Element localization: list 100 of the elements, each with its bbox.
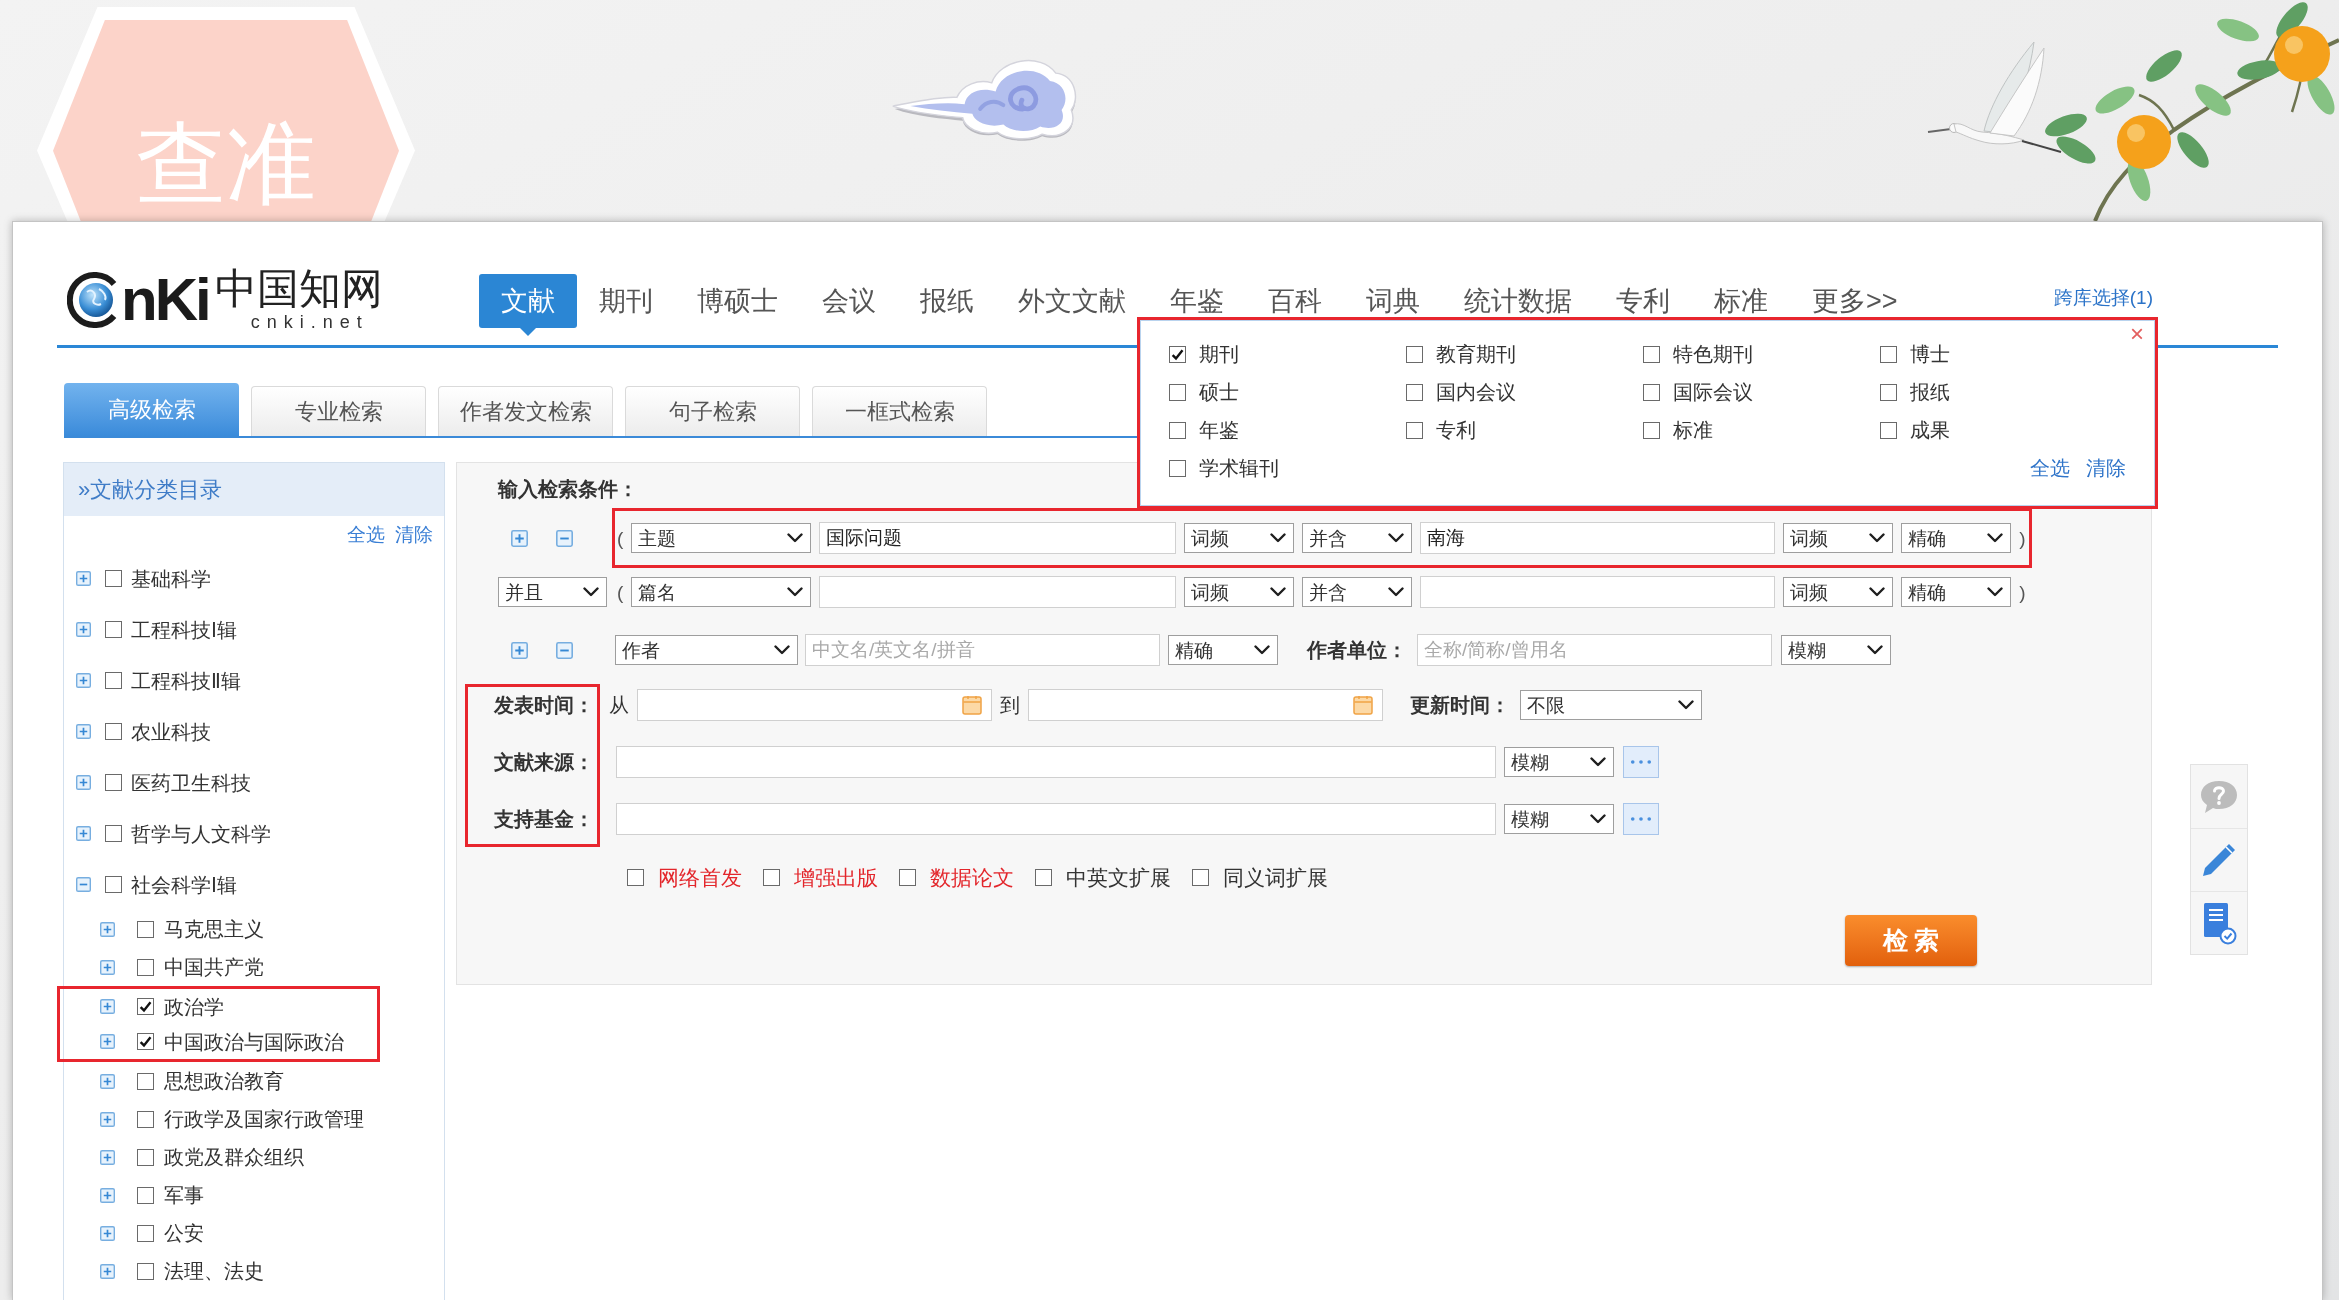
category-label[interactable]: 工程科技Ⅰ辑 bbox=[131, 619, 237, 640]
plus-icon[interactable] bbox=[100, 959, 115, 975]
checkbox[interactable] bbox=[1406, 345, 1423, 363]
checkbox[interactable] bbox=[105, 672, 122, 689]
checkbox[interactable] bbox=[137, 1110, 154, 1128]
plus-icon[interactable] bbox=[100, 921, 115, 937]
category-label[interactable]: 中国共产党 bbox=[164, 957, 264, 977]
search-tab[interactable]: 句子检索 bbox=[625, 386, 800, 436]
checkbox[interactable] bbox=[1169, 421, 1186, 439]
plus-icon[interactable] bbox=[76, 571, 91, 586]
database-option-label[interactable]: 年鉴 bbox=[1199, 420, 1239, 440]
checkbox[interactable] bbox=[1880, 421, 1897, 439]
select-field[interactable]: 作者 bbox=[615, 635, 798, 665]
checkbox[interactable] bbox=[899, 868, 916, 886]
select-field[interactable]: 精确 bbox=[1168, 635, 1278, 665]
document-check-icon[interactable] bbox=[2201, 901, 2237, 945]
database-option-label[interactable]: 特色期刊 bbox=[1673, 344, 1753, 364]
action-link[interactable]: 清除 bbox=[2086, 458, 2126, 478]
option-label[interactable]: 中英文扩展 bbox=[1066, 866, 1171, 888]
plus-icon[interactable] bbox=[76, 622, 91, 637]
checkbox[interactable] bbox=[1406, 421, 1423, 439]
select-field[interactable]: 不限 bbox=[1520, 690, 1702, 720]
text-field[interactable] bbox=[819, 576, 1177, 608]
nav-tab[interactable]: 更多>> bbox=[1790, 287, 1920, 315]
text-field[interactable]: 全称/简称/曾用名 bbox=[1417, 634, 1772, 666]
category-label[interactable]: 社会科学Ⅰ辑 bbox=[131, 874, 237, 895]
option-label[interactable]: 同义词扩展 bbox=[1223, 866, 1328, 888]
nav-tab[interactable]: 报纸 bbox=[898, 287, 996, 315]
nav-tab[interactable]: 会议 bbox=[800, 287, 898, 315]
checkbox[interactable] bbox=[1035, 868, 1052, 886]
plus-icon[interactable] bbox=[100, 1263, 115, 1279]
database-option-label[interactable]: 期刊 bbox=[1199, 344, 1239, 364]
database-option-label[interactable]: 国内会议 bbox=[1436, 382, 1516, 402]
checkbox[interactable] bbox=[137, 1262, 154, 1280]
plus-icon[interactable] bbox=[511, 641, 528, 659]
select-field[interactable]: 并含 bbox=[1302, 577, 1413, 607]
checkbox[interactable] bbox=[137, 1224, 154, 1242]
checkbox[interactable] bbox=[137, 1186, 154, 1204]
plus-icon[interactable] bbox=[100, 1073, 115, 1089]
nav-tab[interactable]: 百科 bbox=[1246, 287, 1344, 315]
select-field[interactable]: 词频 bbox=[1184, 577, 1295, 607]
select-field[interactable]: 篇名 bbox=[631, 577, 812, 607]
nav-tab[interactable]: 期刊 bbox=[577, 287, 675, 315]
option-label[interactable]: 网络首发 bbox=[658, 866, 742, 888]
checkbox[interactable] bbox=[105, 825, 122, 842]
database-option-label[interactable]: 报纸 bbox=[1910, 382, 1950, 402]
select-field[interactable]: 并且 bbox=[498, 577, 607, 607]
checkbox[interactable] bbox=[1880, 383, 1897, 401]
select-field[interactable]: 词频 bbox=[1783, 577, 1894, 607]
text-field[interactable] bbox=[616, 803, 1496, 835]
database-option-label[interactable]: 硕士 bbox=[1199, 382, 1239, 402]
checkbox[interactable] bbox=[1643, 345, 1660, 363]
search-tab[interactable]: 专业检索 bbox=[251, 386, 426, 436]
category-label[interactable]: 公安 bbox=[164, 1223, 204, 1243]
select-field[interactable]: 模糊 bbox=[1781, 635, 1891, 665]
checkbox[interactable] bbox=[1192, 868, 1209, 886]
plus-icon[interactable] bbox=[76, 826, 91, 841]
plus-icon[interactable] bbox=[100, 999, 115, 1014]
checkbox[interactable] bbox=[105, 570, 122, 587]
option-label[interactable]: 数据论文 bbox=[930, 866, 1014, 888]
plus-icon[interactable] bbox=[76, 673, 91, 688]
category-label[interactable]: 思想政治教育 bbox=[164, 1071, 284, 1091]
nav-tab[interactable]: 专利 bbox=[1594, 287, 1692, 315]
select-field[interactable]: 精确 bbox=[1901, 577, 2012, 607]
text-field[interactable] bbox=[616, 746, 1496, 778]
database-option-label[interactable]: 标准 bbox=[1673, 420, 1713, 440]
plus-icon[interactable] bbox=[100, 1187, 115, 1203]
select-field[interactable]: 并含 bbox=[1302, 523, 1413, 553]
plus-icon[interactable] bbox=[511, 529, 528, 547]
date-field[interactable] bbox=[637, 689, 992, 721]
category-label[interactable]: 政党及群众组织 bbox=[164, 1147, 304, 1167]
option-label[interactable]: 增强出版 bbox=[794, 866, 878, 888]
text-field[interactable]: 南海 bbox=[1420, 522, 1776, 554]
database-option-label[interactable]: 成果 bbox=[1910, 420, 1950, 440]
checkbox[interactable] bbox=[105, 774, 122, 791]
text-field[interactable] bbox=[1420, 576, 1776, 608]
checkbox[interactable] bbox=[137, 958, 154, 976]
nav-tab[interactable]: 博硕士 bbox=[675, 287, 800, 315]
checkbox[interactable] bbox=[1643, 421, 1660, 439]
nav-tab[interactable]: 统计数据 bbox=[1442, 287, 1594, 315]
minus-icon[interactable] bbox=[76, 877, 91, 892]
database-option-label[interactable]: 国际会议 bbox=[1673, 382, 1753, 402]
checkbox[interactable] bbox=[105, 621, 122, 638]
select-field[interactable]: 词频 bbox=[1184, 523, 1295, 553]
nav-tab[interactable]: 年鉴 bbox=[1148, 287, 1246, 315]
nav-tab[interactable]: 词典 bbox=[1344, 287, 1442, 315]
checkbox[interactable] bbox=[627, 868, 644, 886]
category-label[interactable]: 马克思主义 bbox=[164, 919, 264, 939]
action-link[interactable]: 全选 bbox=[2030, 458, 2070, 478]
action-link[interactable]: 清除 bbox=[395, 525, 433, 544]
select-field[interactable]: 词频 bbox=[1783, 523, 1894, 553]
text-field[interactable]: 中文名/英文名/拼音 bbox=[805, 634, 1160, 666]
select-field[interactable]: 主题 bbox=[631, 523, 812, 553]
checkbox[interactable] bbox=[137, 1072, 154, 1090]
category-label[interactable]: 医药卫生科技 bbox=[131, 772, 251, 793]
database-option-label[interactable]: 教育期刊 bbox=[1436, 344, 1516, 364]
checkbox[interactable] bbox=[1169, 345, 1186, 363]
text-field[interactable]: 国际问题 bbox=[819, 522, 1177, 554]
minus-icon[interactable] bbox=[556, 641, 573, 659]
checkbox[interactable] bbox=[137, 998, 154, 1015]
